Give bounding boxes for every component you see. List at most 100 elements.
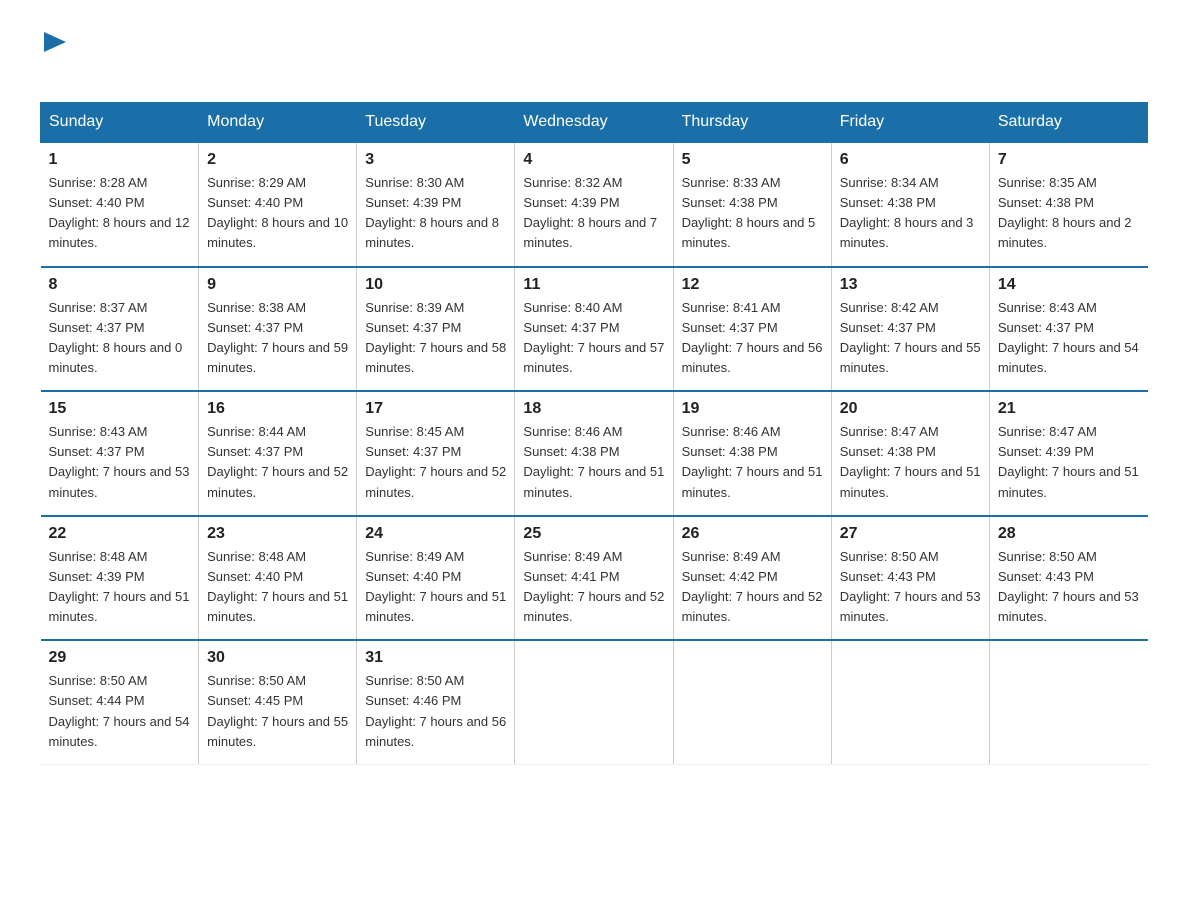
day-number: 11 [523,276,664,294]
day-info: Sunrise: 8:48 AMSunset: 4:39 PMDaylight:… [49,549,190,624]
day-info: Sunrise: 8:33 AMSunset: 4:38 PMDaylight:… [682,175,816,250]
day-number: 1 [49,151,191,169]
calendar-day-cell: 10 Sunrise: 8:39 AMSunset: 4:37 PMDayligh… [357,267,515,392]
weekday-header-tuesday: Tuesday [357,103,515,143]
calendar-day-cell: 11 Sunrise: 8:40 AMSunset: 4:37 PMDayligh… [515,267,673,392]
day-info: Sunrise: 8:30 AMSunset: 4:39 PMDaylight:… [365,175,499,250]
day-number: 21 [998,400,1140,418]
day-number: 20 [840,400,981,418]
calendar-day-cell: 19Sunrise: 8:46 AMSunset: 4:38 PMDayligh… [673,391,831,516]
day-number: 24 [365,525,506,543]
weekday-header-sunday: Sunday [41,103,199,143]
weekday-header-wednesday: Wednesday [515,103,673,143]
calendar-day-cell [831,640,989,764]
day-info: Sunrise: 8:44 AMSunset: 4:37 PMDaylight:… [207,424,348,499]
calendar-day-cell: 8 Sunrise: 8:37 AMSunset: 4:37 PMDaylight… [41,267,199,392]
weekday-header-friday: Friday [831,103,989,143]
calendar-day-cell: 18 Sunrise: 8:46 AMSunset: 4:38 PMDayligh… [515,391,673,516]
day-info: Sunrise: 8:50 AMSunset: 4:44 PMDaylight:… [49,673,190,748]
day-info: Sunrise: 8:40 AMSunset: 4:37 PMDaylight:… [523,300,664,375]
page-header [40,30,1148,82]
day-info: Sunrise: 8:49 AMSunset: 4:41 PMDaylight:… [523,549,664,624]
day-number: 28 [998,525,1140,543]
weekday-header-monday: Monday [199,103,357,143]
calendar-day-cell: 22 Sunrise: 8:48 AMSunset: 4:39 PMDayligh… [41,516,199,641]
calendar-day-cell: 24 Sunrise: 8:49 AMSunset: 4:40 PMDayligh… [357,516,515,641]
day-number: 18 [523,400,664,418]
day-number: 4 [523,151,664,169]
day-number: 16 [207,400,348,418]
day-number: 13 [840,276,981,294]
calendar-day-cell [673,640,831,764]
calendar-week-row: 1 Sunrise: 8:28 AMSunset: 4:40 PMDaylight… [41,142,1148,267]
day-number: 2 [207,151,348,169]
calendar-day-cell: 27Sunrise: 8:50 AMSunset: 4:43 PMDayligh… [831,516,989,641]
day-number: 25 [523,525,664,543]
day-info: Sunrise: 8:45 AMSunset: 4:37 PMDaylight:… [365,424,506,499]
calendar-day-cell: 26 Sunrise: 8:49 AMSunset: 4:42 PMDayligh… [673,516,831,641]
calendar-day-cell [515,640,673,764]
calendar-day-cell: 29 Sunrise: 8:50 AMSunset: 4:44 PMDayligh… [41,640,199,764]
calendar-day-cell: 20 Sunrise: 8:47 AMSunset: 4:38 PMDayligh… [831,391,989,516]
calendar-week-row: 29 Sunrise: 8:50 AMSunset: 4:44 PMDayligh… [41,640,1148,764]
day-number: 30 [207,649,348,667]
day-number: 15 [49,400,191,418]
day-info: Sunrise: 8:29 AMSunset: 4:40 PMDaylight:… [207,175,348,250]
calendar-day-cell: 2 Sunrise: 8:29 AMSunset: 4:40 PMDaylight… [199,142,357,267]
calendar-day-cell: 23 Sunrise: 8:48 AMSunset: 4:40 PMDayligh… [199,516,357,641]
calendar-day-cell: 3 Sunrise: 8:30 AMSunset: 4:39 PMDaylight… [357,142,515,267]
logo [40,30,66,82]
day-info: Sunrise: 8:48 AMSunset: 4:40 PMDaylight:… [207,549,348,624]
day-info: Sunrise: 8:50 AMSunset: 4:45 PMDaylight:… [207,673,348,748]
calendar-day-cell: 4 Sunrise: 8:32 AMSunset: 4:39 PMDaylight… [515,142,673,267]
day-number: 23 [207,525,348,543]
day-number: 8 [49,276,191,294]
day-number: 27 [840,525,981,543]
day-number: 31 [365,649,506,667]
day-info: Sunrise: 8:28 AMSunset: 4:40 PMDaylight:… [49,175,190,250]
day-number: 19 [682,400,823,418]
calendar-day-cell: 1 Sunrise: 8:28 AMSunset: 4:40 PMDaylight… [41,142,199,267]
day-info: Sunrise: 8:47 AMSunset: 4:38 PMDaylight:… [840,424,981,499]
day-info: Sunrise: 8:49 AMSunset: 4:40 PMDaylight:… [365,549,506,624]
day-info: Sunrise: 8:47 AMSunset: 4:39 PMDaylight:… [998,424,1139,499]
day-number: 6 [840,151,981,169]
day-number: 3 [365,151,506,169]
day-info: Sunrise: 8:32 AMSunset: 4:39 PMDaylight:… [523,175,657,250]
calendar-day-cell: 31Sunrise: 8:50 AMSunset: 4:46 PMDayligh… [357,640,515,764]
calendar-day-cell: 14 Sunrise: 8:43 AMSunset: 4:37 PMDayligh… [989,267,1147,392]
calendar-day-cell: 17 Sunrise: 8:45 AMSunset: 4:37 PMDayligh… [357,391,515,516]
day-number: 10 [365,276,506,294]
logo-triangle-icon [44,32,66,52]
calendar-day-cell [989,640,1147,764]
calendar-week-row: 8 Sunrise: 8:37 AMSunset: 4:37 PMDaylight… [41,267,1148,392]
calendar-table: SundayMondayTuesdayWednesdayThursdayFrid… [40,102,1148,765]
day-info: Sunrise: 8:41 AMSunset: 4:37 PMDaylight:… [682,300,823,375]
calendar-day-cell: 12Sunrise: 8:41 AMSunset: 4:37 PMDayligh… [673,267,831,392]
day-info: Sunrise: 8:43 AMSunset: 4:37 PMDaylight:… [49,424,190,499]
weekday-header-row: SundayMondayTuesdayWednesdayThursdayFrid… [41,103,1148,143]
day-info: Sunrise: 8:42 AMSunset: 4:37 PMDaylight:… [840,300,981,375]
day-info: Sunrise: 8:39 AMSunset: 4:37 PMDaylight:… [365,300,506,375]
day-number: 14 [998,276,1140,294]
day-number: 22 [49,525,191,543]
calendar-day-cell: 5Sunrise: 8:33 AMSunset: 4:38 PMDaylight… [673,142,831,267]
calendar-day-cell: 16 Sunrise: 8:44 AMSunset: 4:37 PMDayligh… [199,391,357,516]
day-info: Sunrise: 8:43 AMSunset: 4:37 PMDaylight:… [998,300,1139,375]
day-info: Sunrise: 8:49 AMSunset: 4:42 PMDaylight:… [682,549,823,624]
day-number: 29 [49,649,191,667]
day-info: Sunrise: 8:34 AMSunset: 4:38 PMDaylight:… [840,175,974,250]
day-number: 17 [365,400,506,418]
day-number: 26 [682,525,823,543]
day-info: Sunrise: 8:46 AMSunset: 4:38 PMDaylight:… [523,424,664,499]
day-info: Sunrise: 8:38 AMSunset: 4:37 PMDaylight:… [207,300,348,375]
calendar-week-row: 15 Sunrise: 8:43 AMSunset: 4:37 PMDayligh… [41,391,1148,516]
calendar-day-cell: 25 Sunrise: 8:49 AMSunset: 4:41 PMDayligh… [515,516,673,641]
day-number: 7 [998,151,1140,169]
weekday-header-thursday: Thursday [673,103,831,143]
day-info: Sunrise: 8:37 AMSunset: 4:37 PMDaylight:… [49,300,183,375]
day-info: Sunrise: 8:50 AMSunset: 4:43 PMDaylight:… [998,549,1139,624]
calendar-day-cell: 28 Sunrise: 8:50 AMSunset: 4:43 PMDayligh… [989,516,1147,641]
calendar-day-cell: 15 Sunrise: 8:43 AMSunset: 4:37 PMDayligh… [41,391,199,516]
calendar-day-cell: 9Sunrise: 8:38 AMSunset: 4:37 PMDaylight… [199,267,357,392]
